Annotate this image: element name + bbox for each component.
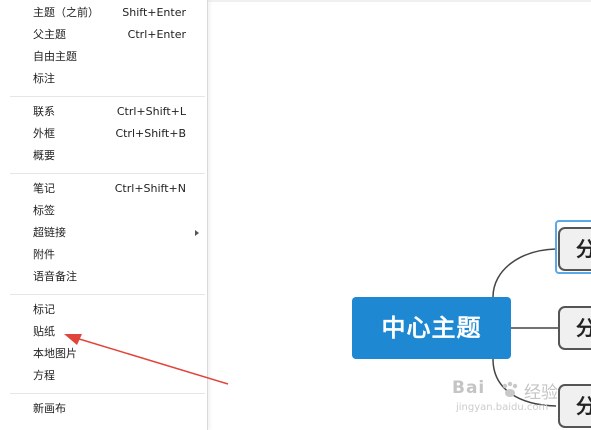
- watermark-cn-text: 经验: [524, 383, 558, 403]
- app-window: 主题（之前） Shift+Enter 父主题 Ctrl+Enter 自由主题 标…: [0, 0, 591, 430]
- mindmap-connectors: [64, 248, 558, 407]
- paw-icon: [502, 381, 518, 397]
- connector-line-top: [492, 248, 557, 298]
- annotation-arrow-head: [64, 334, 82, 345]
- central-topic[interactable]: 中心主题: [352, 297, 511, 359]
- watermark-logo-text: Bai: [452, 378, 486, 398]
- selection-frame: [555, 220, 591, 274]
- watermark-url: jingyan.baidu.com: [456, 402, 549, 413]
- branch-topic-2[interactable]: 分: [558, 306, 591, 350]
- baidu-jingyan-watermark: Bai 经验 jingyan.baidu.com: [452, 378, 588, 418]
- red-arrow-annotation: [64, 334, 229, 385]
- annotation-arrow-shaft: [75, 337, 229, 385]
